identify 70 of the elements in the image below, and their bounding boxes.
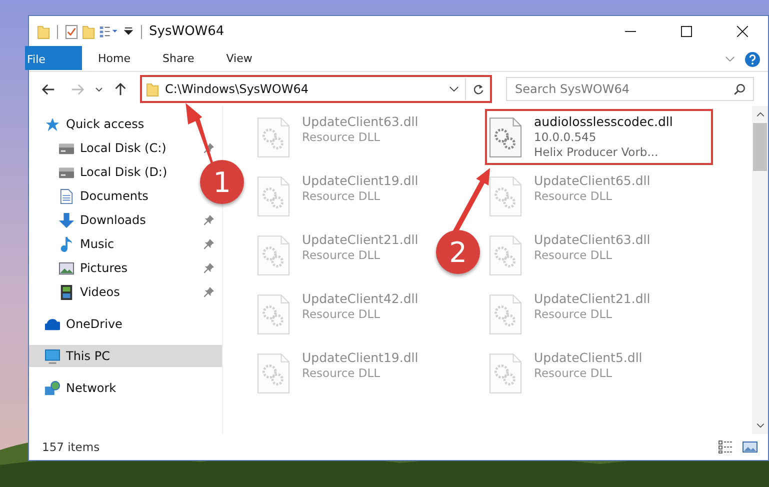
refresh-icon[interactable] [472, 82, 485, 96]
sidebar-item[interactable]: Quick access [29, 113, 144, 135]
star-icon [45, 116, 60, 132]
file-name[interactable]: audiolosslesscodec.dll [534, 114, 673, 129]
cloud-icon [45, 316, 60, 332]
picture-icon [59, 260, 74, 276]
thumbnail-view-icon[interactable] [742, 440, 758, 454]
ribbon-tab[interactable]: Home [82, 47, 146, 71]
pin-icon[interactable] [204, 239, 214, 249]
sidebar-item[interactable]: Videos [29, 281, 120, 303]
file-detail: Resource DLL [534, 307, 612, 321]
window-title: SysWOW64 [149, 24, 224, 39]
ribbon-tab[interactable]: Share [146, 47, 210, 71]
monitor-icon [45, 348, 60, 364]
up-icon[interactable] [113, 82, 128, 96]
file-detail: Resource DLL [302, 307, 380, 321]
file-detail: Resource DLL [534, 248, 612, 262]
forward-icon[interactable] [70, 82, 85, 96]
close-icon [736, 26, 748, 37]
new-folder-icon[interactable] [82, 24, 95, 40]
sidebar-item[interactable]: Pictures [29, 257, 128, 279]
network-icon [45, 380, 60, 396]
minimize-icon [624, 31, 636, 32]
maximize-icon [680, 26, 692, 37]
back-icon[interactable] [41, 82, 56, 96]
sidebar-item[interactable]: Local Disk (C:) [29, 137, 166, 159]
folder-icon [146, 82, 159, 96]
download-arrow-icon [59, 212, 74, 228]
chevron-icon[interactable] [725, 56, 735, 62]
dropdown-icon[interactable] [123, 27, 134, 36]
file-detail: Resource DLL [534, 366, 612, 380]
dropdown-icon[interactable] [449, 86, 459, 92]
sidebar-item[interactable]: This PC [29, 345, 222, 367]
list-icon[interactable] [99, 24, 119, 39]
file-detail: Resource DLL [302, 248, 380, 262]
sidebar-item[interactable]: Local Disk (D:) [29, 161, 168, 183]
details-view-icon[interactable] [718, 440, 734, 454]
help-icon[interactable] [745, 52, 760, 66]
sidebar-item[interactable]: Network [29, 377, 116, 399]
pin-icon[interactable] [204, 263, 214, 273]
file-detail: Resource DLL [302, 366, 380, 380]
dll-file-icon[interactable] [489, 117, 522, 158]
sidebar-item[interactable]: OneDrive [29, 313, 122, 335]
file-menu-tab[interactable]: File [25, 46, 82, 70]
scroll-thumb[interactable] [753, 123, 767, 171]
address-field[interactable]: C:\Windows\SysWOW64 [140, 75, 492, 103]
item-count: 157 items [42, 440, 100, 454]
sidebar-item[interactable]: Documents [29, 185, 148, 207]
pin-icon[interactable] [204, 215, 214, 225]
file-detail: Resource DLL [302, 130, 380, 144]
film-icon [59, 284, 74, 300]
search-icon[interactable] [733, 83, 746, 96]
folder-icon[interactable] [37, 24, 50, 40]
properties-icon[interactable] [65, 24, 78, 40]
search-field[interactable]: Search SysWOW64 [506, 77, 754, 101]
document-icon [59, 188, 74, 204]
address-path: C:\Windows\SysWOW64 [165, 82, 308, 96]
music-note-icon [59, 236, 74, 252]
file-detail: Resource DLL [302, 189, 380, 203]
file-detail: Helix Producer Vorb... [534, 145, 658, 159]
sidebar-item[interactable]: Music [29, 233, 114, 255]
file-detail: 10.0.0.545 [534, 130, 596, 144]
ribbon-tab[interactable]: View [210, 47, 268, 71]
scroll-up-icon[interactable] [756, 112, 764, 117]
scroll-down-icon[interactable] [756, 423, 764, 428]
recent-icon[interactable] [95, 86, 103, 92]
sidebar-item[interactable]: Downloads [29, 209, 146, 231]
file-detail: Resource DLL [534, 189, 612, 203]
scrollbar[interactable] [752, 106, 768, 434]
pin-icon[interactable] [204, 287, 214, 297]
